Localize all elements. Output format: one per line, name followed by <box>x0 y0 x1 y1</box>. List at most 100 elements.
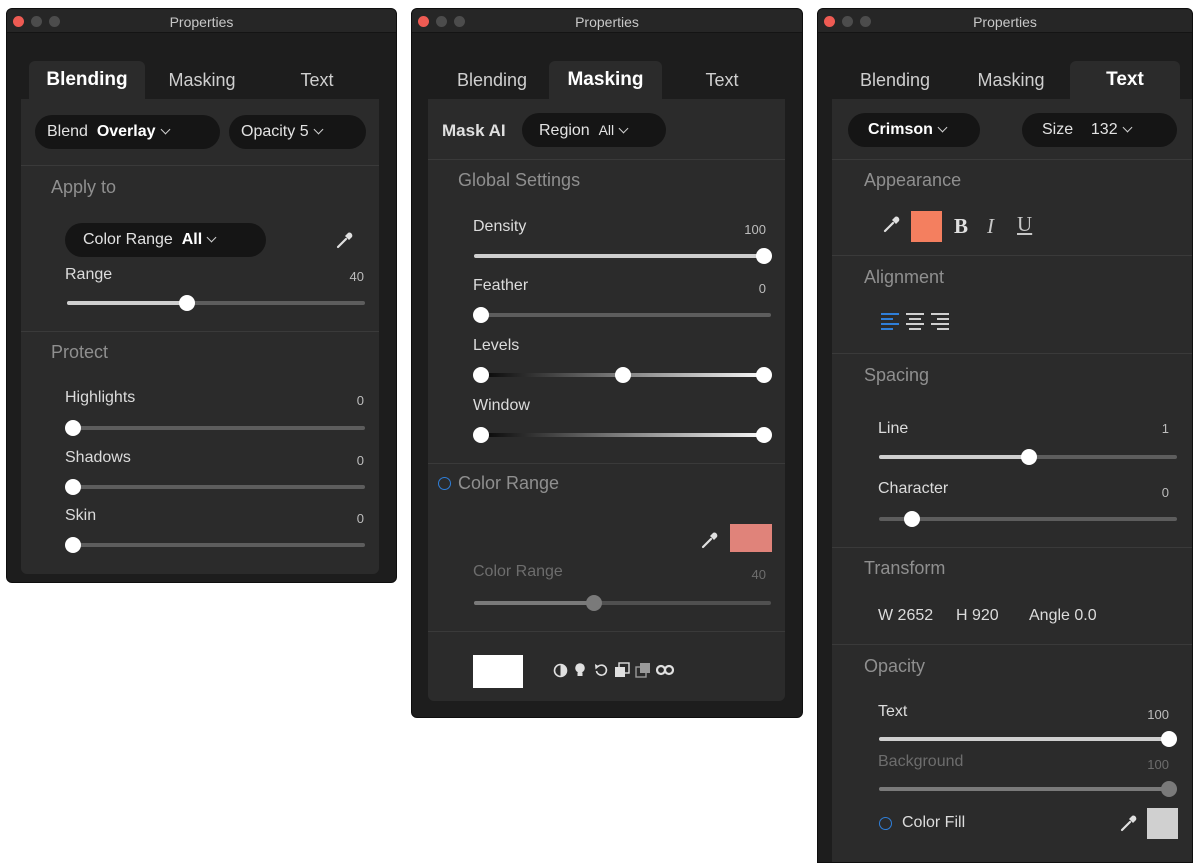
align-right-icon[interactable] <box>931 312 949 330</box>
levels-slider[interactable] <box>473 367 772 383</box>
text-opacity-slider[interactable] <box>879 731 1177 747</box>
align-center-icon[interactable] <box>906 312 924 330</box>
text-color-swatch[interactable] <box>911 211 942 242</box>
slider-knob[interactable] <box>65 537 81 553</box>
divider <box>428 631 785 632</box>
size-dropdown[interactable]: Size 132 <box>1022 113 1177 147</box>
divider <box>832 255 1192 256</box>
slider-knob[interactable] <box>904 511 920 527</box>
region-dropdown[interactable]: Region All <box>522 113 666 147</box>
width-value: W 2652 <box>878 607 934 624</box>
character-spacing-slider[interactable] <box>879 511 1177 527</box>
tab-blending[interactable]: Blending <box>29 61 145 99</box>
chevron-down-icon <box>1122 122 1133 133</box>
blend-mode-dropdown[interactable]: Blend Overlay <box>35 115 220 149</box>
blend-label: Blend <box>47 123 88 140</box>
underline-button[interactable]: U <box>1017 212 1032 237</box>
section-color-range: Color Range <box>458 473 560 493</box>
slider-knob[interactable] <box>1021 449 1037 465</box>
undo-icon[interactable] <box>594 663 609 678</box>
slider-knob[interactable] <box>473 307 489 323</box>
highlights-value: 0 <box>356 393 364 408</box>
tab-blending[interactable]: Blending <box>437 61 547 99</box>
bold-button[interactable]: B <box>954 214 968 239</box>
chevron-down-icon <box>937 122 948 133</box>
mask-overlay-icon[interactable] <box>656 664 674 676</box>
eyedropper-icon[interactable] <box>1119 813 1139 833</box>
divider <box>832 159 1192 160</box>
slider-knob-high[interactable] <box>756 427 772 443</box>
color-range-dropdown[interactable]: Color Range All <box>65 223 266 257</box>
italic-button[interactable]: I <box>987 214 994 239</box>
chevron-down-icon <box>206 232 217 243</box>
color-range-label: Color Range <box>473 563 563 580</box>
copy-mask-icon[interactable] <box>614 662 630 678</box>
skin-slider[interactable] <box>65 537 365 553</box>
color-fill-swatch[interactable] <box>1147 808 1178 839</box>
section-protect: Protect <box>51 342 109 362</box>
density-label: Density <box>473 218 527 235</box>
range-label: Range <box>65 266 113 283</box>
slider-knob[interactable] <box>65 420 81 436</box>
background-opacity-slider[interactable] <box>879 781 1177 797</box>
slider-knob[interactable] <box>179 295 195 311</box>
tab-masking[interactable]: Masking <box>549 61 662 99</box>
title-bar: Properties <box>818 9 1192 33</box>
slider-knob-mid[interactable] <box>615 367 631 383</box>
slider-knob[interactable] <box>1161 781 1177 797</box>
slider-knob-low[interactable] <box>473 427 489 443</box>
tab-masking[interactable]: Masking <box>147 61 257 99</box>
text-opacity-label: Text <box>878 703 908 720</box>
slider-knob[interactable] <box>586 595 602 611</box>
tab-masking[interactable]: Masking <box>956 61 1066 99</box>
slider-knob-white[interactable] <box>756 367 772 383</box>
tab-text[interactable]: Text <box>1070 61 1180 99</box>
color-range-toggle[interactable] <box>438 477 451 490</box>
range-slider[interactable] <box>67 295 365 311</box>
mask-preview[interactable] <box>473 655 523 688</box>
slider-knob[interactable] <box>65 479 81 495</box>
shadows-slider[interactable] <box>65 479 365 495</box>
slider-knob-black[interactable] <box>473 367 489 383</box>
window-slider[interactable] <box>473 427 772 443</box>
line-value: 1 <box>1161 421 1169 436</box>
slider-knob[interactable] <box>756 248 772 264</box>
size-value: 132 <box>1090 121 1118 138</box>
highlights-slider[interactable] <box>65 420 365 436</box>
eyedropper-icon[interactable] <box>335 230 355 250</box>
blending-panel: Blend Overlay Opacity 5 Apply to Color R… <box>21 99 379 574</box>
chevron-down-icon <box>160 124 170 135</box>
color-range-slider[interactable] <box>474 595 771 611</box>
lightbulb-icon[interactable] <box>574 662 586 678</box>
text-opacity-value: 100 <box>1147 707 1169 722</box>
color-range-label: Color Range <box>83 231 173 248</box>
density-value: 100 <box>744 222 766 237</box>
eyedropper-icon[interactable] <box>882 214 902 234</box>
window-title: Properties <box>575 14 639 30</box>
paste-mask-icon[interactable] <box>635 662 651 678</box>
line-spacing-slider[interactable] <box>879 449 1177 465</box>
opacity-dropdown[interactable]: Opacity 5 <box>229 115 366 149</box>
color-swatch[interactable] <box>730 524 772 552</box>
tab-text[interactable]: Text <box>262 61 372 99</box>
properties-window-text: Properties Blending Masking Text Crimson… <box>817 8 1193 863</box>
density-slider[interactable] <box>474 248 772 264</box>
contrast-icon[interactable] <box>553 663 568 678</box>
tab-text[interactable]: Text <box>667 61 777 99</box>
section-transform: Transform <box>864 558 946 578</box>
blend-value: Overlay <box>96 123 156 140</box>
divider <box>832 547 1192 548</box>
color-range-value: All <box>181 231 203 248</box>
character-value: 0 <box>1161 485 1169 500</box>
tab-blending[interactable]: Blending <box>840 61 950 99</box>
height-value: H 920 <box>956 607 999 624</box>
highlights-label: Highlights <box>65 389 136 406</box>
eyedropper-icon[interactable] <box>700 530 720 550</box>
range-value: 40 <box>349 269 364 284</box>
divider <box>428 159 785 160</box>
font-dropdown[interactable]: Crimson <box>848 113 980 147</box>
align-left-icon[interactable] <box>881 312 899 330</box>
color-fill-toggle[interactable] <box>879 817 892 830</box>
slider-knob[interactable] <box>1161 731 1177 747</box>
feather-slider[interactable] <box>473 307 771 323</box>
